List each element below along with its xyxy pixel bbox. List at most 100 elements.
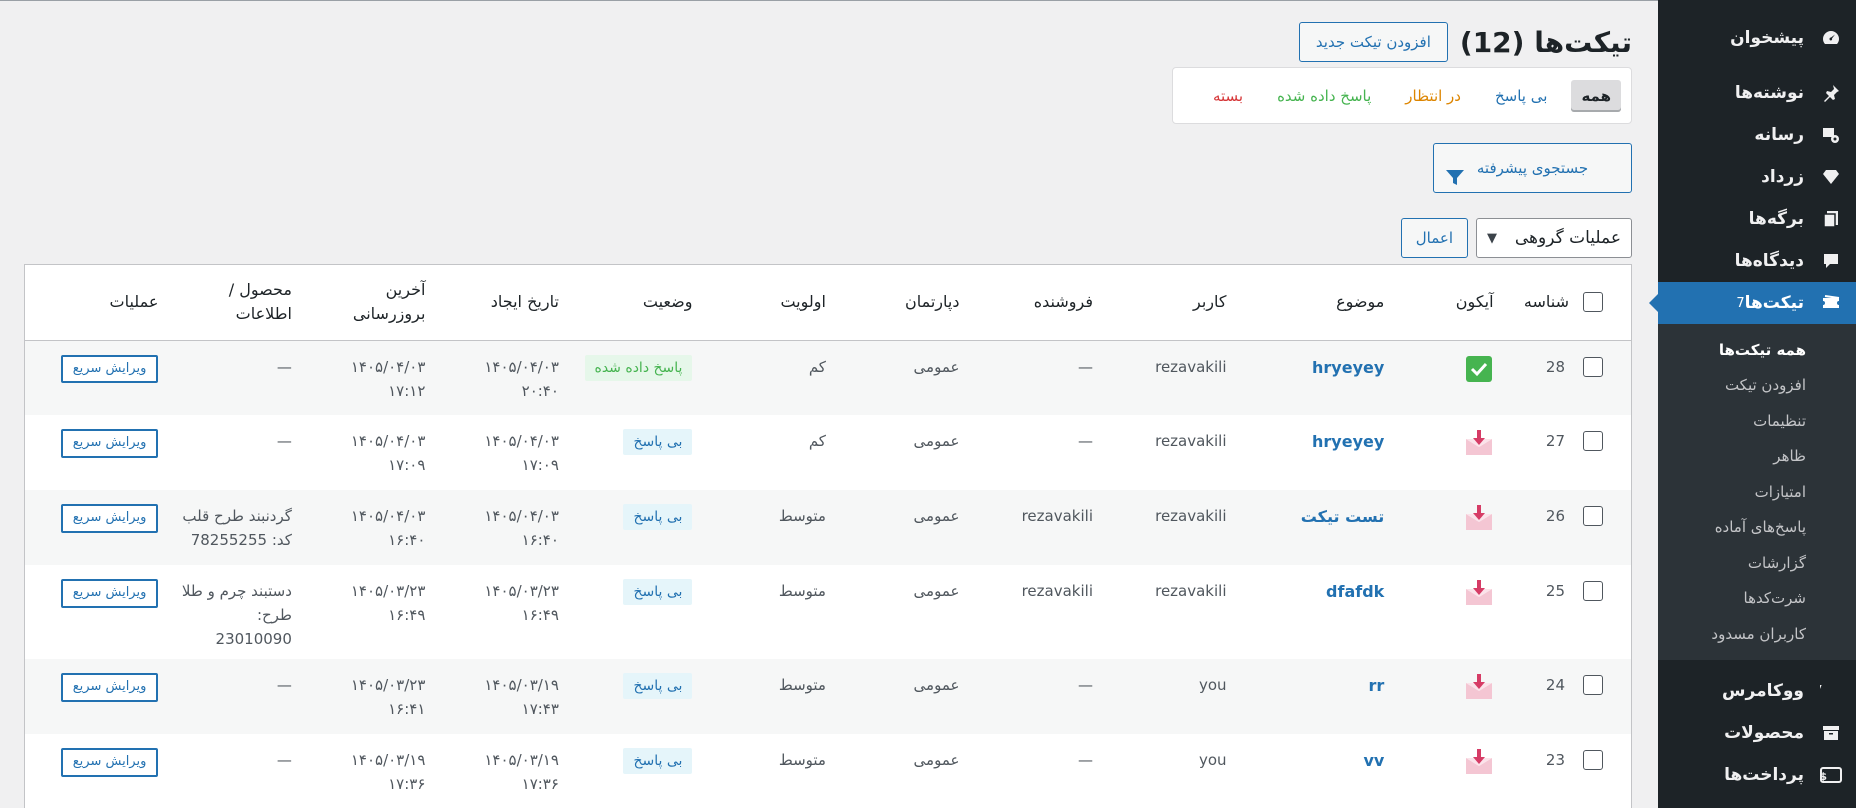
cell-department: عمومی — [835, 490, 970, 565]
bulk-actions: عملیات گروهی ▼ اعمال — [1400, 218, 1632, 258]
submenu-item[interactable]: کاربران مسدود — [1658, 616, 1856, 652]
checkmark-icon — [1464, 355, 1494, 383]
cell-status: بی پاسخ — [569, 734, 703, 808]
submenu-item[interactable]: شرت‌کدها — [1658, 581, 1856, 617]
sidebar-item-woocommerce[interactable]: W ووکامرس — [1658, 670, 1856, 712]
quick-edit-button[interactable]: ویرایش سریع — [60, 748, 159, 777]
ticket-subject-link[interactable]: rr — [1369, 676, 1385, 695]
ticket-subject-link[interactable]: تست تیکت — [1301, 507, 1385, 526]
header-updated[interactable]: آخرین بروزرسانی — [301, 265, 436, 341]
sidebar-item-pin[interactable]: نوشته‌ها — [1658, 72, 1856, 114]
inbox-download-icon — [1464, 748, 1494, 776]
ticket-subject-link[interactable]: hryeyey — [1312, 358, 1384, 377]
sidebar-item-media[interactable]: رسانه — [1658, 114, 1856, 156]
cell-created: ۱۴۰۵/۰۳/۲۳ ۱۶:۴۹ — [484, 582, 559, 624]
quick-edit-button[interactable]: ویرایش سریع — [60, 579, 159, 608]
table-row: 24 rr you — عمومی متوسط بی پاسخ ۱۴۰۵/۰۳/… — [25, 659, 1631, 734]
submenu-item[interactable]: تنظیمات — [1658, 403, 1856, 439]
row-checkbox[interactable] — [1583, 506, 1603, 526]
cell-priority: متوسط — [702, 490, 836, 565]
cell-product: دستبند چرم و طلا طرح: 23010090 — [181, 582, 292, 648]
submenu-item[interactable]: افزودن تیکت — [1658, 368, 1856, 404]
cell-seller: — — [969, 340, 1103, 415]
ticket-id: 24 — [1545, 676, 1565, 694]
cell-status: بی پاسخ — [569, 415, 703, 490]
submenu-item[interactable]: همه تیکت‌ها — [1658, 332, 1856, 368]
diamond-icon — [1820, 166, 1842, 188]
cell-created: ۱۴۰۵/۰۳/۱۹ ۱۷:۳۶ — [484, 751, 559, 793]
quick-edit-button[interactable]: ویرایش سریع — [60, 673, 159, 702]
filter-pending[interactable]: در انتظار — [1395, 80, 1471, 112]
advanced-search-button[interactable]: جستجوی پیشرفته — [1433, 143, 1632, 193]
chevron-down-icon: ▼ — [1487, 230, 1497, 246]
cell-product: — — [276, 432, 292, 450]
submenu-item[interactable]: امتیازات — [1658, 474, 1856, 510]
cell-icon — [1394, 490, 1504, 565]
cell-department: عمومی — [913, 751, 960, 769]
page-title: تیکت‌ها (12) — [1459, 25, 1632, 59]
cell-id: 24 — [1503, 659, 1631, 734]
sidebar-item-payments[interactable]: $ پرداخت‌ها — [1658, 754, 1856, 796]
row-checkbox[interactable] — [1583, 750, 1603, 770]
sidebar-item-label: زرداد — [1761, 167, 1804, 187]
sidebar-item-tickets[interactable]: تیکت‌ها 7 — [1649, 282, 1856, 324]
cell-id: 25 — [1504, 565, 1631, 659]
sidebar-item-pages[interactable]: برگه‌ها — [1658, 198, 1856, 240]
sidebar-item-comments[interactable]: دیدگاه‌ها — [1658, 240, 1856, 282]
cell-updated: ۱۴۰۵/۰۴/۰۳ ۱۶:۴۰ — [301, 490, 436, 565]
ticket-subject-link[interactable]: vv — [1363, 751, 1384, 770]
bulk-actions-select[interactable]: عملیات گروهی ▼ — [1476, 218, 1632, 258]
cell-created: ۱۴۰۵/۰۴/۰۳ ۱۶:۴۰ — [435, 490, 569, 565]
advanced-search-label: جستجوی پیشرفته — [1476, 159, 1589, 177]
header-user: کاربر — [1102, 265, 1237, 341]
cell-product: — — [276, 751, 292, 769]
table-row: 27 hryeyey rezavakili — عمومی کم بی پاسخ… — [25, 415, 1631, 490]
cell-product: — — [168, 659, 302, 734]
cell-status: بی پاسخ — [569, 565, 703, 659]
sidebar-item-dashboard[interactable]: پیشخوان — [1658, 17, 1856, 59]
cell-actions: ویرایش سریع — [25, 565, 168, 659]
row-checkbox[interactable] — [1583, 431, 1603, 451]
row-checkbox[interactable] — [1583, 581, 1603, 601]
ticket-subject-link[interactable]: dfafdk — [1326, 582, 1384, 601]
ticket-subject-link[interactable]: hryeyey — [1312, 432, 1384, 451]
cell-updated: ۱۴۰۵/۰۳/۲۳ ۱۶:۴۱ — [301, 659, 436, 734]
submenu-item[interactable]: گزارشات — [1658, 545, 1856, 581]
cell-actions: ویرایش سریع — [25, 415, 168, 490]
media-icon — [1820, 124, 1842, 146]
row-checkbox[interactable] — [1583, 675, 1603, 695]
quick-edit-button[interactable]: ویرایش سریع — [60, 429, 159, 458]
status-badge: بی پاسخ — [623, 429, 693, 456]
header-id-label[interactable]: شناسه — [1524, 290, 1569, 314]
add-ticket-button[interactable]: افزودن تیکت جدید — [1298, 22, 1448, 62]
quick-edit-button[interactable]: ویرایش سریع — [60, 354, 159, 384]
bulk-apply-button[interactable]: اعمال — [1400, 218, 1468, 258]
header-created[interactable]: تاریخ ایجاد — [435, 265, 569, 341]
select-all-checkbox[interactable] — [1583, 292, 1603, 313]
sidebar-item-diamond[interactable]: زرداد — [1658, 156, 1856, 198]
cell-updated: ۱۴۰۵/۰۴/۰۳ ۱۷:۱۲ — [301, 340, 436, 415]
submenu-item[interactable]: پاسخ‌های آماده — [1658, 510, 1856, 546]
submenu-item[interactable]: ظاهر — [1658, 439, 1856, 475]
tickets-table: شناسه آیکون موضوع کاربر فروشنده دپارتمان… — [24, 264, 1632, 808]
pin-icon — [1820, 82, 1842, 104]
archive-icon — [1820, 722, 1842, 744]
cell-seller: — — [1077, 751, 1093, 769]
filter-answered[interactable]: پاسخ داده شده — [1267, 80, 1381, 112]
filter-unanswered[interactable]: بی پاسخ — [1485, 80, 1557, 112]
header-subject[interactable]: موضوع — [1236, 265, 1395, 341]
cell-product: — — [168, 340, 302, 415]
row-checkbox[interactable] — [1583, 356, 1603, 377]
cell-status: پاسخ داده شده — [568, 340, 703, 415]
page-header: تیکت‌ها (12) افزودن تیکت جدید — [1298, 22, 1632, 62]
filter-all[interactable]: همه — [1571, 79, 1621, 112]
quick-edit-button[interactable]: ویرایش سریع — [60, 504, 159, 533]
cell-id: 23 — [1504, 734, 1631, 808]
cell-department: عمومی — [913, 432, 960, 450]
cell-id: 28 — [1503, 340, 1631, 415]
filter-closed[interactable]: بسته — [1203, 80, 1253, 112]
cell-icon — [1394, 565, 1503, 659]
cell-subject: تست تیکت — [1236, 490, 1395, 565]
header-product: محصول / اطلاعات — [168, 265, 302, 341]
sidebar-item-archive[interactable]: محصولات — [1658, 712, 1856, 754]
